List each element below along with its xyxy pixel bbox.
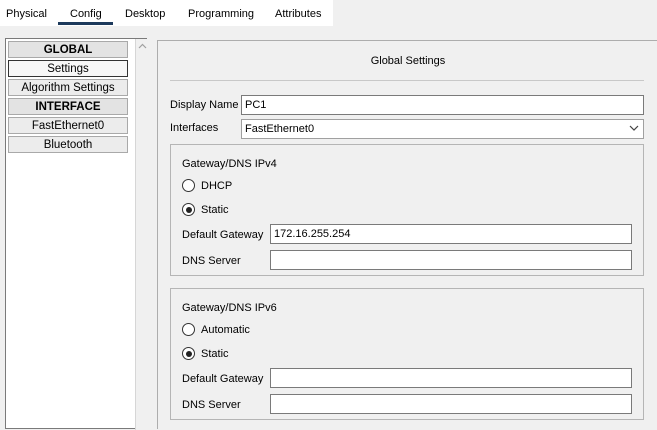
sidebar-item-bluetooth[interactable]: Bluetooth (8, 136, 128, 153)
ipv6-gateway-input[interactable] (270, 368, 632, 388)
ipv6-dns-label: DNS Server (182, 399, 241, 411)
sidebar-item-settings[interactable]: Settings (8, 60, 128, 77)
ipv4-dns-label: DNS Server (182, 255, 241, 267)
tab-attributes[interactable]: Attributes (275, 8, 321, 20)
ipv4-dhcp-radio[interactable] (182, 179, 195, 192)
tab-desktop[interactable]: Desktop (125, 8, 165, 20)
sidebar: GLOBAL Settings Algorithm Settings INTER… (5, 38, 147, 430)
ipv4-group: Gateway/DNS IPv4 DHCP Static Default Gat… (170, 144, 644, 276)
tab-bar: Physical Config Desktop Programming Attr… (0, 0, 657, 26)
ipv6-dns-input[interactable] (270, 394, 632, 414)
interfaces-select[interactable]: FastEthernet0 (241, 119, 644, 139)
ipv4-dhcp-label: DHCP (201, 180, 233, 192)
ipv6-gateway-label: Default Gateway (182, 373, 264, 385)
ipv4-dns-input[interactable] (270, 250, 632, 270)
ipv6-automatic-label: Automatic (201, 324, 250, 336)
tab-strip: Physical Config Desktop Programming Attr… (0, 0, 333, 26)
ipv6-group-title: Gateway/DNS IPv6 (182, 302, 277, 314)
ipv6-automatic-radio[interactable] (182, 323, 195, 336)
page-title: Global Settings (370, 55, 446, 67)
tab-physical[interactable]: Physical (6, 8, 47, 20)
display-name-label: Display Name (170, 99, 239, 111)
sidebar-header-interface: INTERFACE (8, 98, 128, 115)
sidebar-scrollbar[interactable] (135, 39, 147, 430)
global-settings-panel: Global Settings Display Name PC1 Interfa… (157, 40, 657, 429)
scroll-up-arrow-icon[interactable] (136, 39, 148, 53)
ipv4-static-radio[interactable] (182, 203, 195, 216)
sidebar-header-global: GLOBAL (8, 41, 128, 58)
ipv4-gateway-input[interactable]: 172.16.255.254 (270, 224, 632, 244)
title-divider (170, 80, 644, 81)
chevron-down-icon (629, 125, 639, 131)
display-name-input[interactable]: PC1 (241, 95, 644, 115)
ipv6-static-radio[interactable] (182, 347, 195, 360)
ipv4-group-title: Gateway/DNS IPv4 (182, 158, 277, 170)
interfaces-selected-value: FastEthernet0 (245, 123, 315, 135)
tab-programming[interactable]: Programming (188, 8, 254, 20)
ipv6-group: Gateway/DNS IPv6 Automatic Static Defaul… (170, 288, 644, 420)
sidebar-item-algorithm-settings[interactable]: Algorithm Settings (8, 79, 128, 96)
ipv4-gateway-label: Default Gateway (182, 229, 264, 241)
tab-config[interactable]: Config (70, 8, 102, 20)
sidebar-item-fastethernet0[interactable]: FastEthernet0 (8, 117, 128, 134)
ipv4-static-label: Static (201, 204, 229, 216)
active-tab-indicator (58, 22, 113, 25)
interfaces-label: Interfaces (170, 122, 219, 134)
ipv6-static-label: Static (201, 348, 229, 360)
